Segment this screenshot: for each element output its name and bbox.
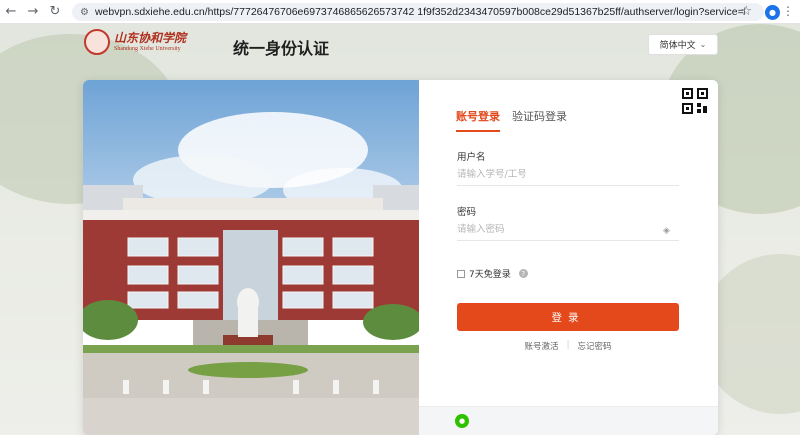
- link-divider: |: [566, 340, 570, 350]
- login-button[interactable]: 登录: [457, 303, 679, 331]
- site-info-icon[interactable]: ⚙: [80, 7, 89, 18]
- profile-avatar-icon[interactable]: ●: [765, 5, 780, 20]
- remember-label: 7天免登录: [469, 270, 511, 280]
- account-links: 账号激活 | 忘记密码: [457, 340, 679, 352]
- login-card: 账号登录 验证码登录 用户名 密码 ◈ 7天免登录 ? 登录 账号激活 |: [83, 80, 718, 435]
- url-text[interactable]: webvpn.sdxiehe.edu.cn/https/77726476706e…: [95, 6, 745, 18]
- logo-chinese-name: 山东协和学院: [114, 31, 187, 45]
- login-tabs: 账号登录 验证码登录: [456, 108, 567, 132]
- tab-code-login[interactable]: 验证码登录: [512, 108, 567, 132]
- third-party-login: ●: [419, 406, 718, 435]
- password-label: 密码: [457, 207, 477, 218]
- wechat-icon[interactable]: ●: [455, 414, 469, 428]
- address-bar[interactable]: ⚙ webvpn.sdxiehe.edu.cn/https/7772647670…: [72, 3, 764, 21]
- forward-icon[interactable]: →: [22, 0, 44, 24]
- forgot-password-link[interactable]: 忘记密码: [577, 340, 611, 352]
- username-input[interactable]: [457, 164, 679, 186]
- tab-account-login[interactable]: 账号登录: [456, 108, 500, 132]
- password-input[interactable]: [457, 219, 679, 241]
- reload-icon[interactable]: ↻: [44, 0, 66, 24]
- university-logo: 山东协和学院 Shandong Xiehe University: [84, 29, 186, 55]
- eye-off-icon[interactable]: ◈: [663, 226, 670, 236]
- username-label: 用户名: [457, 152, 486, 163]
- page-title: 统一身份认证: [233, 39, 330, 58]
- back-icon[interactable]: ←: [0, 0, 22, 24]
- remember-me[interactable]: 7天免登录 ?: [457, 267, 528, 280]
- language-label: 简体中文: [659, 41, 696, 51]
- language-select[interactable]: 简体中文 ⌄: [648, 34, 718, 55]
- help-icon[interactable]: ?: [518, 269, 528, 278]
- menu-kebab-icon[interactable]: ⋮: [782, 4, 794, 18]
- chevron-down-icon: ⌄: [699, 40, 707, 49]
- qr-code-icon[interactable]: [682, 88, 708, 114]
- campus-photo: [83, 80, 419, 435]
- activate-account-link[interactable]: 账号激活: [525, 340, 559, 352]
- university-seal-icon: [84, 29, 110, 55]
- logo-english-name: Shandong Xiehe University: [114, 46, 181, 52]
- login-panel: 账号登录 验证码登录 用户名 密码 ◈ 7天免登录 ? 登录 账号激活 |: [419, 80, 718, 435]
- bookmark-star-icon[interactable]: ☆: [740, 4, 752, 19]
- remember-checkbox[interactable]: [457, 269, 465, 278]
- browser-toolbar: ← → ↻ ⚙ webvpn.sdxiehe.edu.cn/https/7772…: [0, 0, 800, 24]
